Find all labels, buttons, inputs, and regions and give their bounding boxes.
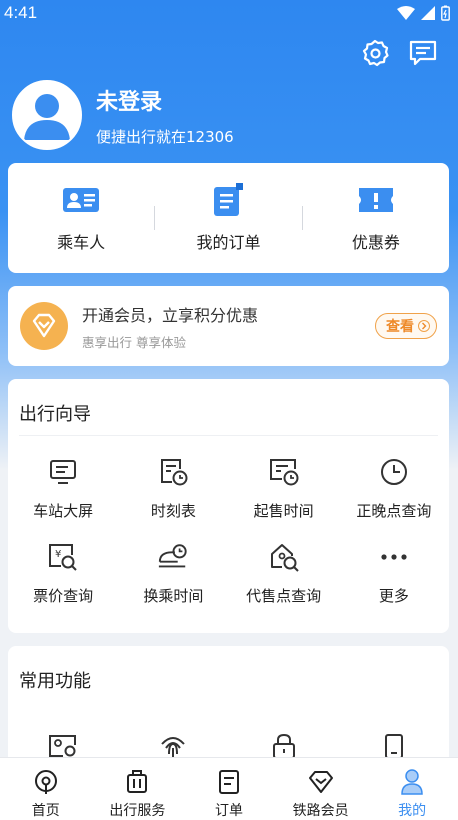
guide-item-timetable[interactable]: 时刻表 — [118, 456, 228, 521]
order-document-icon — [208, 183, 248, 217]
coupon-ticket-icon — [356, 183, 396, 217]
user-icon — [398, 768, 426, 796]
fare-search-icon: ¥ — [47, 541, 79, 573]
guide-item-fare-query[interactable]: ¥ 票价查询 — [8, 541, 118, 606]
quick-actions-card: 乘车人 我的订单 优惠券 — [8, 163, 449, 273]
nav-label: 订单 — [214, 803, 243, 819]
bottom-navigation: 首页 出行服务 订单 铁路会员 我的 — [0, 757, 458, 820]
transfer-train-icon — [157, 541, 189, 573]
top-actions — [360, 38, 438, 68]
member-text: 开通会员，立享积分优惠 惠享出行 尊享体验 — [82, 302, 375, 351]
chevron-right-icon — [418, 320, 430, 332]
guide-item-more[interactable]: 更多 — [339, 541, 449, 606]
guide-item-label: 代售点查询 — [246, 587, 322, 605]
view-button-label: 查看 — [386, 319, 414, 335]
section-title: 出行向导 — [19, 404, 91, 425]
passenger-card-icon — [61, 183, 101, 217]
clock-icon — [378, 456, 410, 488]
member-badge-icon — [20, 302, 68, 350]
nav-label: 我的 — [398, 803, 427, 819]
nav-railway-member[interactable]: 铁路会员 — [275, 758, 367, 820]
nav-orders[interactable]: 订单 — [183, 758, 275, 820]
home-train-icon — [32, 768, 60, 796]
common-grid — [8, 702, 449, 762]
guide-item-label: 换乘时间 — [143, 587, 204, 605]
guide-item-transfer-time[interactable]: 换乘时间 — [118, 541, 228, 606]
svg-text:¥: ¥ — [55, 549, 61, 560]
status-bar: 4:41 — [0, 0, 458, 26]
order-list-icon — [215, 768, 243, 796]
battery-icon — [441, 5, 450, 21]
sale-time-icon — [268, 456, 300, 488]
travel-guide-card: 出行向导 车站大屏 时刻表 起售时间 正晚点查询 ¥ 票价查询 换乘时间 代售点… — [8, 379, 449, 633]
display-board-icon — [47, 456, 79, 488]
guide-item-label: 正晚点查询 — [356, 502, 432, 520]
timetable-icon — [157, 456, 189, 488]
quick-item-label: 优惠券 — [351, 233, 400, 252]
guide-item-label: 时刻表 — [150, 502, 196, 520]
agency-search-icon — [268, 541, 300, 573]
quick-item-orders[interactable]: 我的订单 — [155, 183, 301, 253]
profile-subtitle: 便捷出行就在12306 — [96, 127, 234, 146]
profile-text: 未登录 便捷出行就在12306 — [96, 84, 234, 147]
member-subtitle: 惠享出行 尊享体验 — [82, 334, 186, 350]
message-icon[interactable] — [408, 38, 438, 68]
section-title: 常用功能 — [19, 671, 91, 692]
guide-item-delay-query[interactable]: 正晚点查询 — [339, 456, 449, 521]
profile-header[interactable]: 未登录 便捷出行就在12306 — [12, 80, 234, 150]
guide-item-label: 起售时间 — [253, 502, 314, 520]
nav-travel-services[interactable]: 出行服务 — [92, 758, 184, 820]
diamond-icon — [307, 768, 335, 796]
wifi-icon — [397, 6, 415, 20]
guide-item-label: 更多 — [378, 587, 409, 605]
gear-icon[interactable] — [360, 38, 390, 68]
quick-item-coupons[interactable]: 优惠券 — [303, 183, 449, 253]
nav-label: 首页 — [31, 803, 60, 819]
status-icons — [397, 5, 450, 21]
nav-home[interactable]: 首页 — [0, 758, 92, 820]
member-banner[interactable]: 开通会员，立享积分优惠 惠享出行 尊享体验 查看 — [8, 286, 449, 366]
guide-item-label: 车站大屏 — [33, 502, 94, 520]
member-title: 开通会员，立享积分优惠 — [82, 305, 259, 325]
guide-grid: 车站大屏 时刻表 起售时间 正晚点查询 ¥ 票价查询 换乘时间 代售点查询 更多 — [8, 436, 449, 606]
guide-item-label: 票价查询 — [33, 587, 94, 605]
luggage-icon — [123, 768, 151, 796]
avatar[interactable] — [12, 80, 82, 150]
guide-item-sale-time[interactable]: 起售时间 — [229, 456, 339, 521]
quick-item-label: 乘车人 — [57, 233, 106, 252]
quick-item-passenger[interactable]: 乘车人 — [8, 183, 154, 253]
more-dots-icon — [378, 541, 410, 573]
status-time: 4:41 — [4, 3, 38, 22]
guide-item-station-screen[interactable]: 车站大屏 — [8, 456, 118, 521]
nav-mine[interactable]: 我的 — [366, 758, 458, 820]
quick-item-label: 我的订单 — [196, 233, 261, 252]
nav-label: 出行服务 — [109, 803, 166, 819]
profile-name[interactable]: 未登录 — [96, 84, 234, 116]
nav-label: 铁路会员 — [292, 803, 349, 819]
view-membership-button[interactable]: 查看 — [375, 313, 437, 339]
signal-icon — [421, 6, 435, 20]
guide-item-agency-query[interactable]: 代售点查询 — [229, 541, 339, 606]
